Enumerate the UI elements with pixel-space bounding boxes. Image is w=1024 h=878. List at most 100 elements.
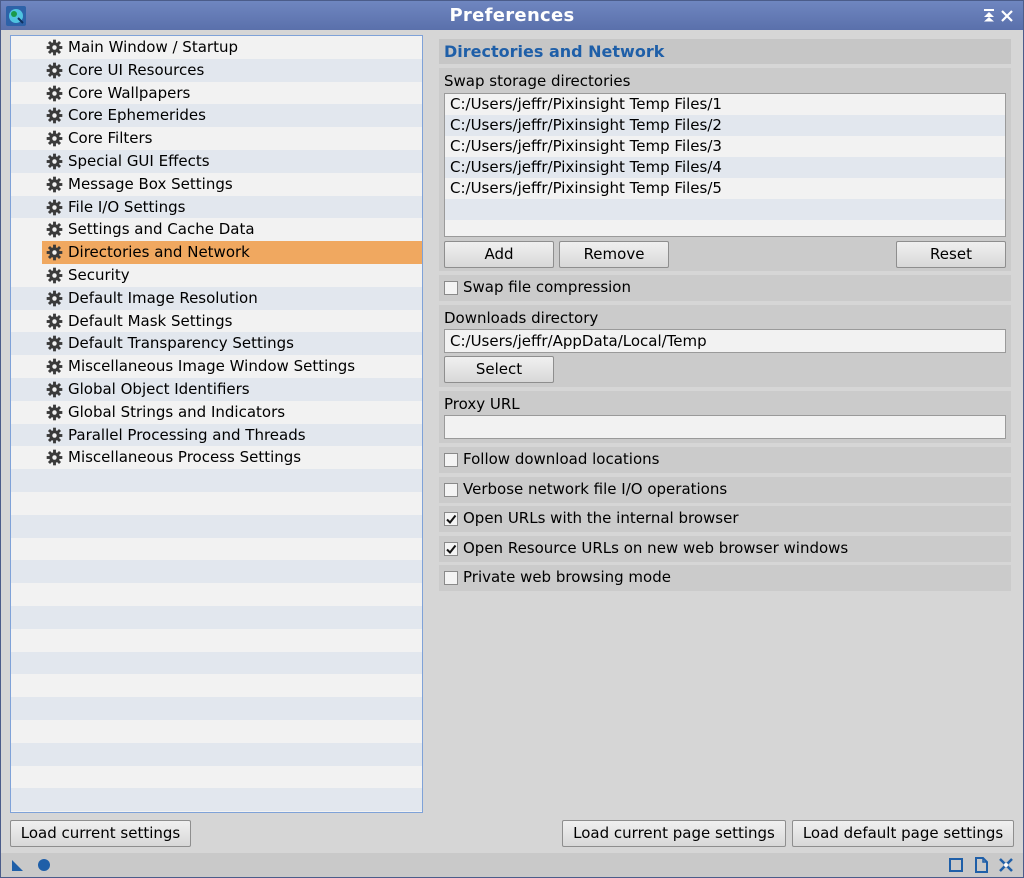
option-row[interactable]: Open Resource URLs on new web browser wi… xyxy=(439,536,1011,562)
load-current-page-settings-button[interactable]: Load current page settings xyxy=(562,820,786,847)
option-label: Open Resource URLs on new web browser wi… xyxy=(463,539,849,557)
downloads-directory-label: Downloads directory xyxy=(444,309,599,327)
gear-icon xyxy=(46,199,63,216)
swap-compression-label: Swap file compression xyxy=(463,278,631,296)
tree-item-label: Parallel Processing and Threads xyxy=(68,425,306,444)
swap-directory-item[interactable]: C:/Users/jeffr/Pixinsight Temp Files/4 xyxy=(445,157,1005,178)
tree-item[interactable]: Parallel Processing and Threads xyxy=(11,423,422,447)
swap-directory-empty-row[interactable] xyxy=(445,220,1005,236)
tree-item-label: Core UI Resources xyxy=(68,60,205,79)
close-window-icon[interactable] xyxy=(999,8,1015,24)
tree-item-label: Miscellaneous Image Window Settings xyxy=(68,357,356,376)
option-checkbox[interactable] xyxy=(444,483,458,497)
swap-compression-row[interactable]: Swap file compression xyxy=(439,275,1011,301)
tree-empty-row xyxy=(11,674,422,698)
tree-item[interactable]: Global Strings and Indicators xyxy=(11,400,422,424)
gear-icon xyxy=(46,358,63,375)
tree-item[interactable]: Core UI Resources xyxy=(11,58,422,82)
tree-item-label: Message Box Settings xyxy=(68,174,233,193)
option-label: Open URLs with the internal browser xyxy=(463,509,739,527)
gear-icon xyxy=(46,244,63,261)
gear-icon xyxy=(46,85,63,102)
gear-icon xyxy=(46,107,63,124)
shade-window-icon[interactable] xyxy=(981,8,997,24)
tree-empty-row xyxy=(11,651,422,675)
option-label: Verbose network file I/O operations xyxy=(463,480,728,498)
preferences-window: Preferences Main Window / Startup Core UI… xyxy=(0,0,1024,878)
tree-item-label: Global Strings and Indicators xyxy=(68,402,286,421)
tree-item-label: Global Object Identifiers xyxy=(68,379,250,398)
option-checkbox[interactable] xyxy=(444,453,458,467)
tree-item[interactable]: Default Mask Settings xyxy=(11,309,422,333)
tree-item[interactable]: Security xyxy=(11,263,422,287)
gear-icon xyxy=(46,404,63,421)
preview-icon[interactable] xyxy=(948,857,964,873)
page-title: Directories and Network xyxy=(439,39,1011,64)
tree-item[interactable]: Default Image Resolution xyxy=(11,286,422,310)
tree-item[interactable]: Settings and Cache Data xyxy=(11,218,422,242)
option-label: Follow download locations xyxy=(463,450,660,468)
tree-empty-row xyxy=(11,583,422,606)
tree-empty-row xyxy=(11,469,422,492)
remove-directory-button[interactable]: Remove xyxy=(559,241,669,268)
tree-empty-row xyxy=(11,742,422,766)
new-instance-icon[interactable] xyxy=(10,857,26,873)
tree-item-label: Special GUI Effects xyxy=(68,151,210,170)
option-row[interactable]: Follow download locations xyxy=(439,447,1011,473)
gear-icon xyxy=(46,290,63,307)
option-row[interactable]: Verbose network file I/O operations xyxy=(439,477,1011,503)
bottom-toolbar xyxy=(1,853,1023,877)
gear-icon xyxy=(46,221,63,238)
tree-item[interactable]: Main Window / Startup xyxy=(11,36,422,59)
swap-directory-empty-row[interactable] xyxy=(445,199,1005,220)
option-checkbox[interactable] xyxy=(444,512,458,526)
tree-item[interactable]: Core Wallpapers xyxy=(11,81,422,105)
documentation-icon[interactable] xyxy=(973,857,989,873)
tree-item-selected[interactable]: Directories and Network xyxy=(11,241,422,264)
tree-empty-row xyxy=(11,719,422,743)
gear-icon xyxy=(46,381,63,398)
tree-empty-row xyxy=(11,491,422,515)
reset-icon[interactable] xyxy=(998,857,1014,873)
tree-item[interactable]: Message Box Settings xyxy=(11,172,422,196)
reset-directories-button[interactable]: Reset xyxy=(896,241,1006,268)
proxy-url-label: Proxy URL xyxy=(444,395,520,413)
swap-storage-label: Swap storage directories xyxy=(444,72,631,90)
swap-directory-item[interactable]: C:/Users/jeffr/Pixinsight Temp Files/3 xyxy=(445,136,1005,157)
downloads-directory-field[interactable]: C:/Users/jeffr/AppData/Local/Temp xyxy=(444,329,1006,353)
title-bar[interactable]: Preferences xyxy=(1,1,1023,30)
tree-item[interactable]: Default Transparency Settings xyxy=(11,332,422,356)
apply-global-icon[interactable] xyxy=(36,857,52,873)
option-label: Private web browsing mode xyxy=(463,568,671,586)
tree-item[interactable]: Core Filters xyxy=(11,127,422,150)
gear-icon xyxy=(46,153,63,170)
gear-icon xyxy=(46,130,63,147)
tree-item[interactable]: Special GUI Effects xyxy=(11,149,422,173)
preferences-category-tree[interactable]: Main Window / Startup Core UI Resources Co… xyxy=(10,35,423,813)
swap-directories-list[interactable]: C:/Users/jeffr/Pixinsight Temp Files/1 C:… xyxy=(444,93,1006,237)
tree-item-label: Default Image Resolution xyxy=(68,288,258,307)
proxy-url-field[interactable] xyxy=(444,415,1006,439)
select-downloads-directory-button[interactable]: Select xyxy=(444,356,554,383)
gear-icon xyxy=(46,427,63,444)
gear-icon xyxy=(46,313,63,330)
swap-directory-item[interactable]: C:/Users/jeffr/Pixinsight Temp Files/2 xyxy=(445,115,1005,136)
window-title: Preferences xyxy=(449,5,575,26)
tree-item[interactable]: Global Object Identifiers xyxy=(11,377,422,401)
swap-directory-item[interactable]: C:/Users/jeffr/Pixinsight Temp Files/1 xyxy=(445,94,1005,115)
tree-item[interactable]: Miscellaneous Process Settings xyxy=(11,446,422,470)
tree-item[interactable]: Miscellaneous Image Window Settings xyxy=(11,355,422,378)
load-default-page-settings-button[interactable]: Load default page settings xyxy=(792,820,1014,847)
swap-directory-item[interactable]: C:/Users/jeffr/Pixinsight Temp Files/5 xyxy=(445,178,1005,199)
tree-item[interactable]: File I/O Settings xyxy=(11,195,422,219)
option-checkbox[interactable] xyxy=(444,542,458,556)
load-current-settings-button[interactable]: Load current settings xyxy=(10,820,191,847)
option-row[interactable]: Private web browsing mode xyxy=(439,565,1011,591)
tree-item-label: Settings and Cache Data xyxy=(68,220,255,239)
swap-compression-checkbox[interactable] xyxy=(444,281,458,295)
option-row[interactable]: Open URLs with the internal browser xyxy=(439,506,1011,532)
add-directory-button[interactable]: Add xyxy=(444,241,554,268)
tree-empty-row xyxy=(11,765,422,789)
tree-item[interactable]: Core Ephemerides xyxy=(11,104,422,128)
option-checkbox[interactable] xyxy=(444,571,458,585)
